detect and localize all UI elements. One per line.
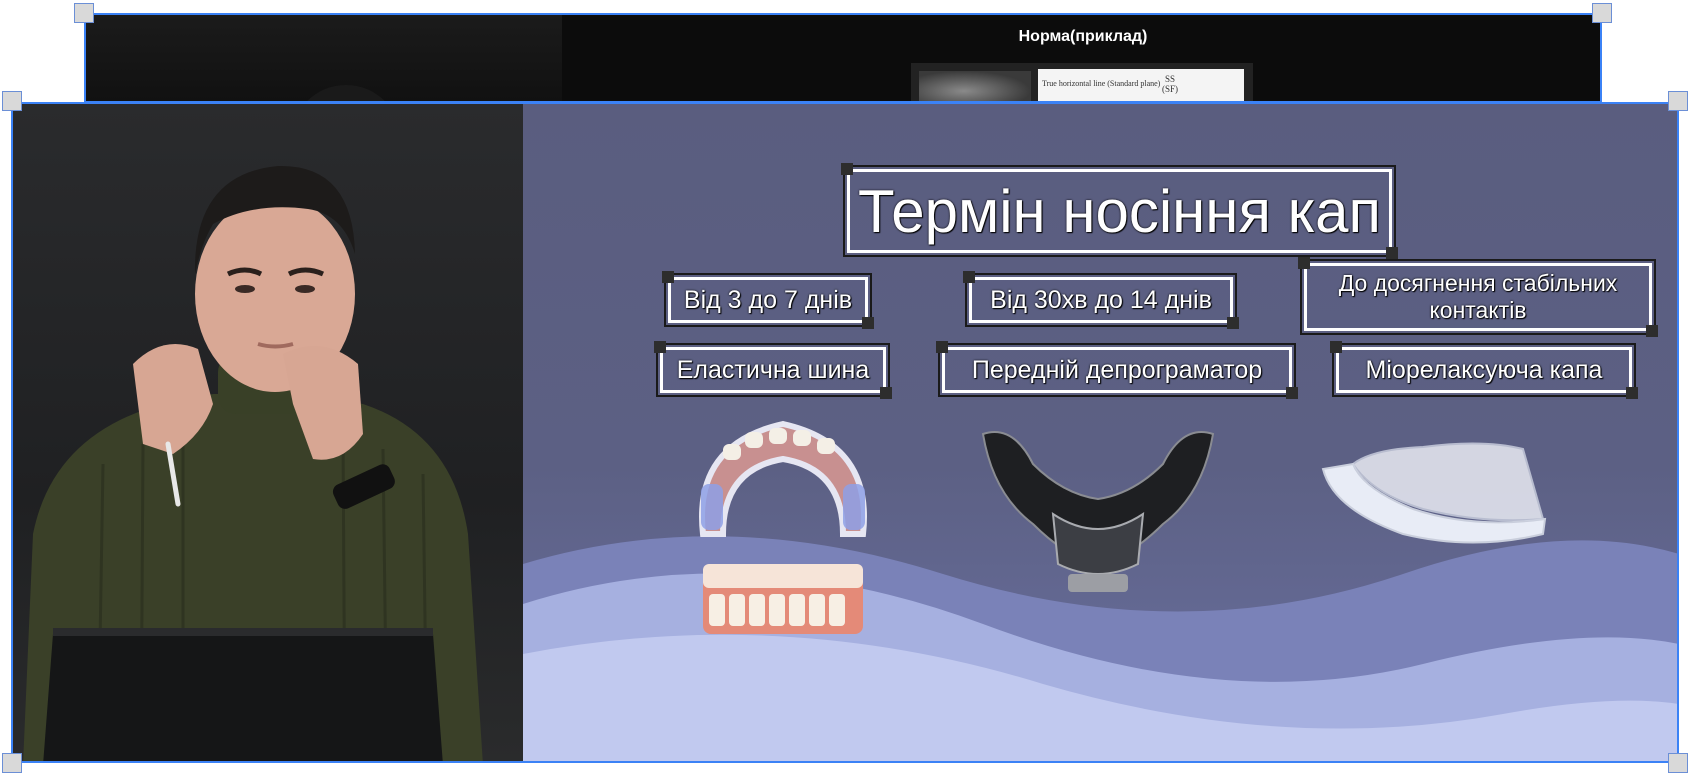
cephalometric-diagram: True horizontal line (Standard plane) SS… [1038,69,1244,101]
presenter-camera-feed [13,104,523,761]
resize-handle-bottom-right[interactable] [1668,753,1688,773]
diagram-label-sf: (SF) [1162,84,1179,94]
slide-title: Термін носіння кап [841,163,1398,259]
resize-handle-top-right[interactable] [1668,91,1688,111]
background-video-window[interactable]: Норма(приклад) True horizontal line (Sta… [84,13,1602,103]
background-slide-images: True horizontal line (Standard plane) SS… [911,63,1253,101]
presenter-figure [23,165,483,761]
duration-label-elastic: Від 3 до 7 днів [662,271,874,329]
background-presenter-head [291,85,401,101]
type-label-myorelaxing-splint: Міорелаксуюча капа [1330,341,1638,399]
type-label-elastic-splint: Еластична шина [654,341,892,399]
main-video-window[interactable]: Термін носіння кап Від 3 до 7 днів Від 3… [11,102,1679,763]
elastic-splint-image [699,420,867,634]
myorelaxing-splint-image [1321,442,1547,544]
presentation-slide: Термін носіння кап Від 3 до 7 днів Від 3… [523,104,1677,761]
resize-handle-top-right-back[interactable] [1592,3,1612,23]
anterior-deprogrammer-image [981,431,1215,592]
type-label-anterior-deprogrammer: Передній депрограматор [936,341,1298,399]
resize-handle-top-left-back[interactable] [74,3,94,23]
duration-label-deprogrammer: Від 30хв до 14 днів [963,271,1239,329]
background-slide-title: Норма(приклад) [1018,28,1148,45]
diagram-label-ss: SS [1165,74,1176,84]
resize-handle-top-left[interactable] [2,91,22,111]
resize-handle-bottom-left[interactable] [2,753,22,773]
xray-image [919,71,1031,101]
duration-label-myorelaxing: До досягнення стабільних контактів [1298,257,1658,337]
